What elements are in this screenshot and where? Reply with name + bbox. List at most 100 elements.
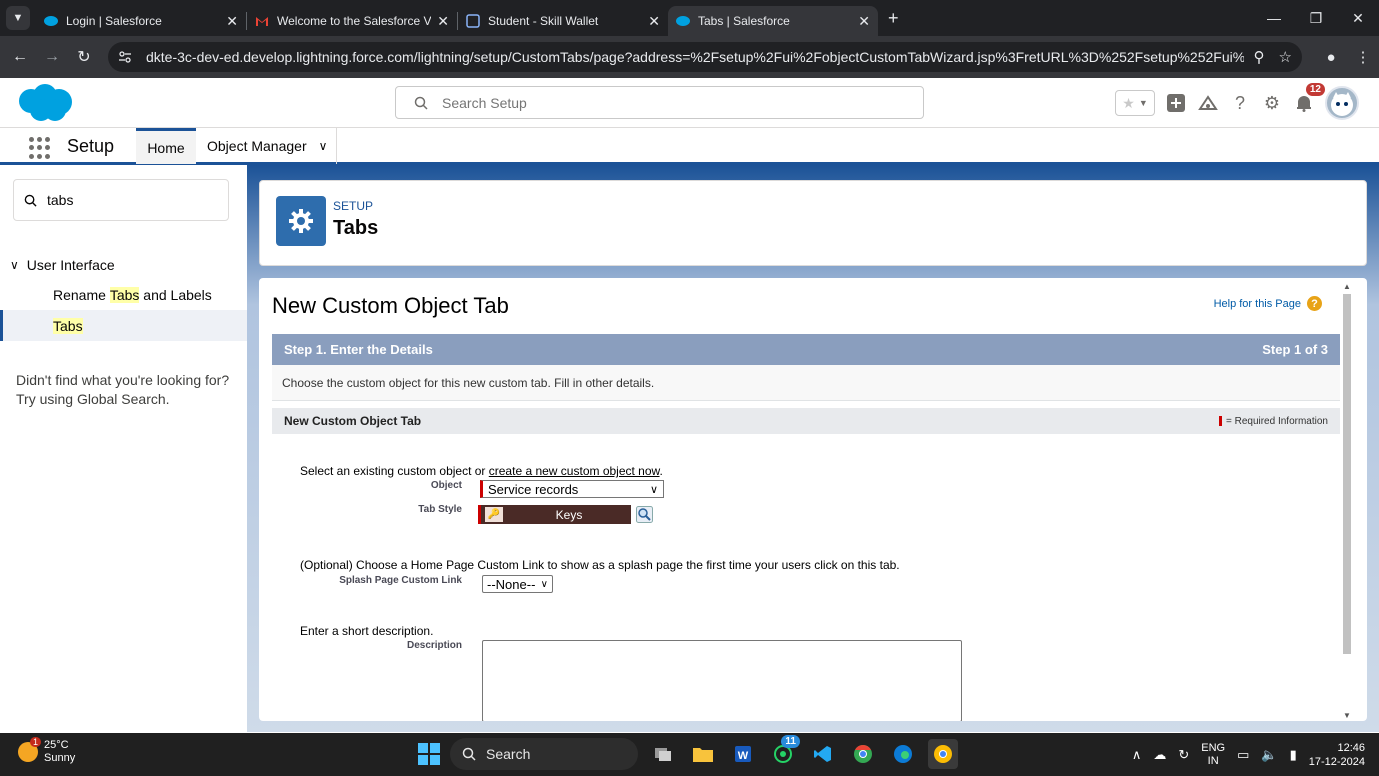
content-scrollbar[interactable]: ▲ ▼ (1341, 282, 1353, 720)
wizard-title: New Custom Object Tab (272, 293, 509, 318)
whatsapp-icon[interactable]: 11 (768, 735, 800, 769)
favorites-group[interactable]: ★ ▼ (1115, 90, 1155, 116)
astro-avatar-icon (1331, 92, 1353, 116)
close-icon[interactable]: ✕ (858, 13, 870, 30)
onedrive-icon[interactable]: ☁ (1153, 747, 1166, 763)
help-link-label[interactable]: Help for this Page (1214, 298, 1301, 310)
required-legend-label: = Required Information (1225, 415, 1328, 427)
sidebar-item-tabs[interactable]: Tabs (0, 310, 247, 341)
select-object-instruction: Select an existing custom object or crea… (300, 464, 663, 478)
zoom-icon[interactable]: ⚲ (1254, 48, 1265, 66)
browser-menu-icon[interactable]: ⋮ (1347, 48, 1379, 66)
chevron-down-icon[interactable]: ∨ (319, 139, 328, 153)
setup-page-header: SETUP Tabs (259, 180, 1367, 266)
word-icon[interactable]: W (728, 739, 758, 769)
chevron-down-icon[interactable]: ∨ (10, 258, 19, 272)
notifications-bell-icon[interactable]: 12 (1293, 83, 1325, 114)
scroll-down-icon[interactable]: ▼ (1341, 711, 1353, 720)
tab-label: Login | Salesforce (66, 14, 162, 28)
help-link[interactable]: Help for this Page ? (1214, 296, 1322, 311)
edge-icon[interactable] (888, 739, 918, 769)
profile-extension-icon[interactable]: ● (1315, 49, 1347, 66)
back-icon[interactable]: ← (4, 48, 36, 66)
forward-icon[interactable]: → (36, 48, 68, 66)
tree-group-user-interface[interactable]: ∨ User Interface (10, 257, 115, 273)
create-custom-object-link[interactable]: create a new custom object now (489, 464, 660, 478)
step-bar: Step 1. Enter the Details Step 1 of 3 (272, 334, 1340, 365)
browser-tab-login[interactable]: Login | Salesforce ✕ (36, 6, 246, 36)
chevron-up-icon[interactable]: ∧ (1132, 747, 1142, 763)
minimize-icon[interactable]: — (1253, 10, 1295, 26)
sync-icon[interactable]: ↻ (1178, 747, 1189, 763)
search-icon (414, 96, 428, 110)
omnibox[interactable]: dkte-3c-dev-ed.develop.lightning.force.c… (108, 42, 1302, 72)
clock[interactable]: 12:46 17-12-2024 (1309, 741, 1365, 769)
context-bar: Setup Home Object Manager ∨ (0, 128, 1379, 165)
help-icon[interactable]: ? (1307, 296, 1322, 311)
sidebar-item-rename-tabs-and-labels[interactable]: Rename Tabs and Labels (0, 279, 247, 310)
bookmark-star-icon[interactable]: ☆ (1279, 48, 1292, 66)
tab-search-button[interactable]: ▼ (6, 6, 30, 30)
tab-label: Student - Skill Wallet (488, 14, 599, 28)
trailhead-icon[interactable] (1197, 92, 1219, 114)
close-window-icon[interactable]: ✕ (1337, 10, 1379, 27)
global-actions-icon[interactable] (1165, 92, 1187, 114)
quick-find-value: tabs (47, 192, 74, 208)
scroll-up-icon[interactable]: ▲ (1341, 282, 1353, 291)
vscode-icon[interactable] (808, 739, 838, 769)
restore-icon[interactable]: ❐ (1295, 10, 1337, 27)
close-icon[interactable]: ✕ (437, 13, 449, 30)
salesforce-cloud-icon (676, 16, 690, 26)
scrollbar-thumb[interactable] (1343, 294, 1351, 654)
wizard-content: New Custom Object Tab Help for this Page… (259, 278, 1367, 721)
language-indicator[interactable]: ENG IN (1201, 742, 1225, 768)
reload-icon[interactable]: ↻ (68, 47, 100, 67)
chrome-profile-icon[interactable] (928, 739, 958, 769)
browser-tab-skill-wallet[interactable]: Student - Skill Wallet ✕ (458, 6, 668, 36)
search-input[interactable] (442, 94, 842, 111)
quick-find-input[interactable]: tabs (13, 179, 229, 221)
tab-home[interactable]: Home (136, 128, 196, 164)
not-found-line2: Try using Global Search. (16, 391, 170, 407)
favorites-dropdown-icon[interactable]: ▼ (1139, 98, 1148, 108)
volume-icon[interactable]: 🔈 (1261, 747, 1277, 763)
tab-style-value: Keys (555, 507, 583, 522)
browser-tab-gmail[interactable]: Welcome to the Salesforce Virtu ✕ (247, 6, 457, 36)
chrome-icon[interactable] (848, 739, 878, 769)
splash-page-select[interactable]: --None-- ∨ (482, 575, 553, 593)
site-info-icon[interactable] (118, 50, 132, 64)
favorites-star-icon[interactable]: ★ (1122, 95, 1135, 112)
description-textarea[interactable] (482, 640, 962, 721)
close-icon[interactable]: ✕ (648, 13, 660, 30)
task-view-icon[interactable] (648, 739, 678, 769)
instruction-text-end: . (659, 464, 663, 478)
network-icon[interactable]: ▭ (1237, 747, 1249, 763)
app-launcher-icon[interactable] (29, 137, 51, 159)
object-label: Object (430, 480, 462, 491)
windows-start-icon[interactable] (418, 743, 440, 765)
salesforce-logo[interactable] (15, 83, 73, 123)
tab-style-label: Tab Style (418, 504, 462, 515)
app-name: Setup (67, 136, 115, 156)
tab-style-field[interactable]: 🔑 Keys (478, 505, 631, 524)
page-kicker: SETUP (333, 199, 374, 213)
taskbar-search[interactable]: Search (450, 738, 638, 770)
browser-tab-tabs-salesforce[interactable]: Tabs | Salesforce ✕ (668, 6, 878, 36)
tab-object-manager[interactable]: Object Manager ∨ (196, 128, 337, 164)
global-search[interactable] (395, 86, 924, 119)
step-title: Step 1. Enter the Details (284, 342, 433, 357)
avatar[interactable] (1325, 86, 1359, 120)
tab-label: Welcome to the Salesforce Virtu (277, 14, 432, 28)
battery-icon[interactable]: ▮ (1290, 747, 1297, 763)
weather-widget[interactable]: 1 25°C Sunny (18, 737, 75, 765)
gear-icon[interactable]: ⚙ (1261, 92, 1283, 114)
description-label: Description (406, 640, 462, 651)
object-select[interactable]: Service records ∨ (480, 480, 664, 498)
new-tab-button[interactable]: + (888, 8, 899, 29)
lookup-icon[interactable] (636, 506, 653, 523)
sidebar-item-label-post: and Labels (139, 286, 212, 303)
close-icon[interactable]: ✕ (226, 13, 238, 30)
file-explorer-icon[interactable] (688, 739, 718, 769)
help-icon[interactable]: ? (1229, 92, 1251, 114)
step-count: Step 1 of 3 (1262, 342, 1328, 357)
